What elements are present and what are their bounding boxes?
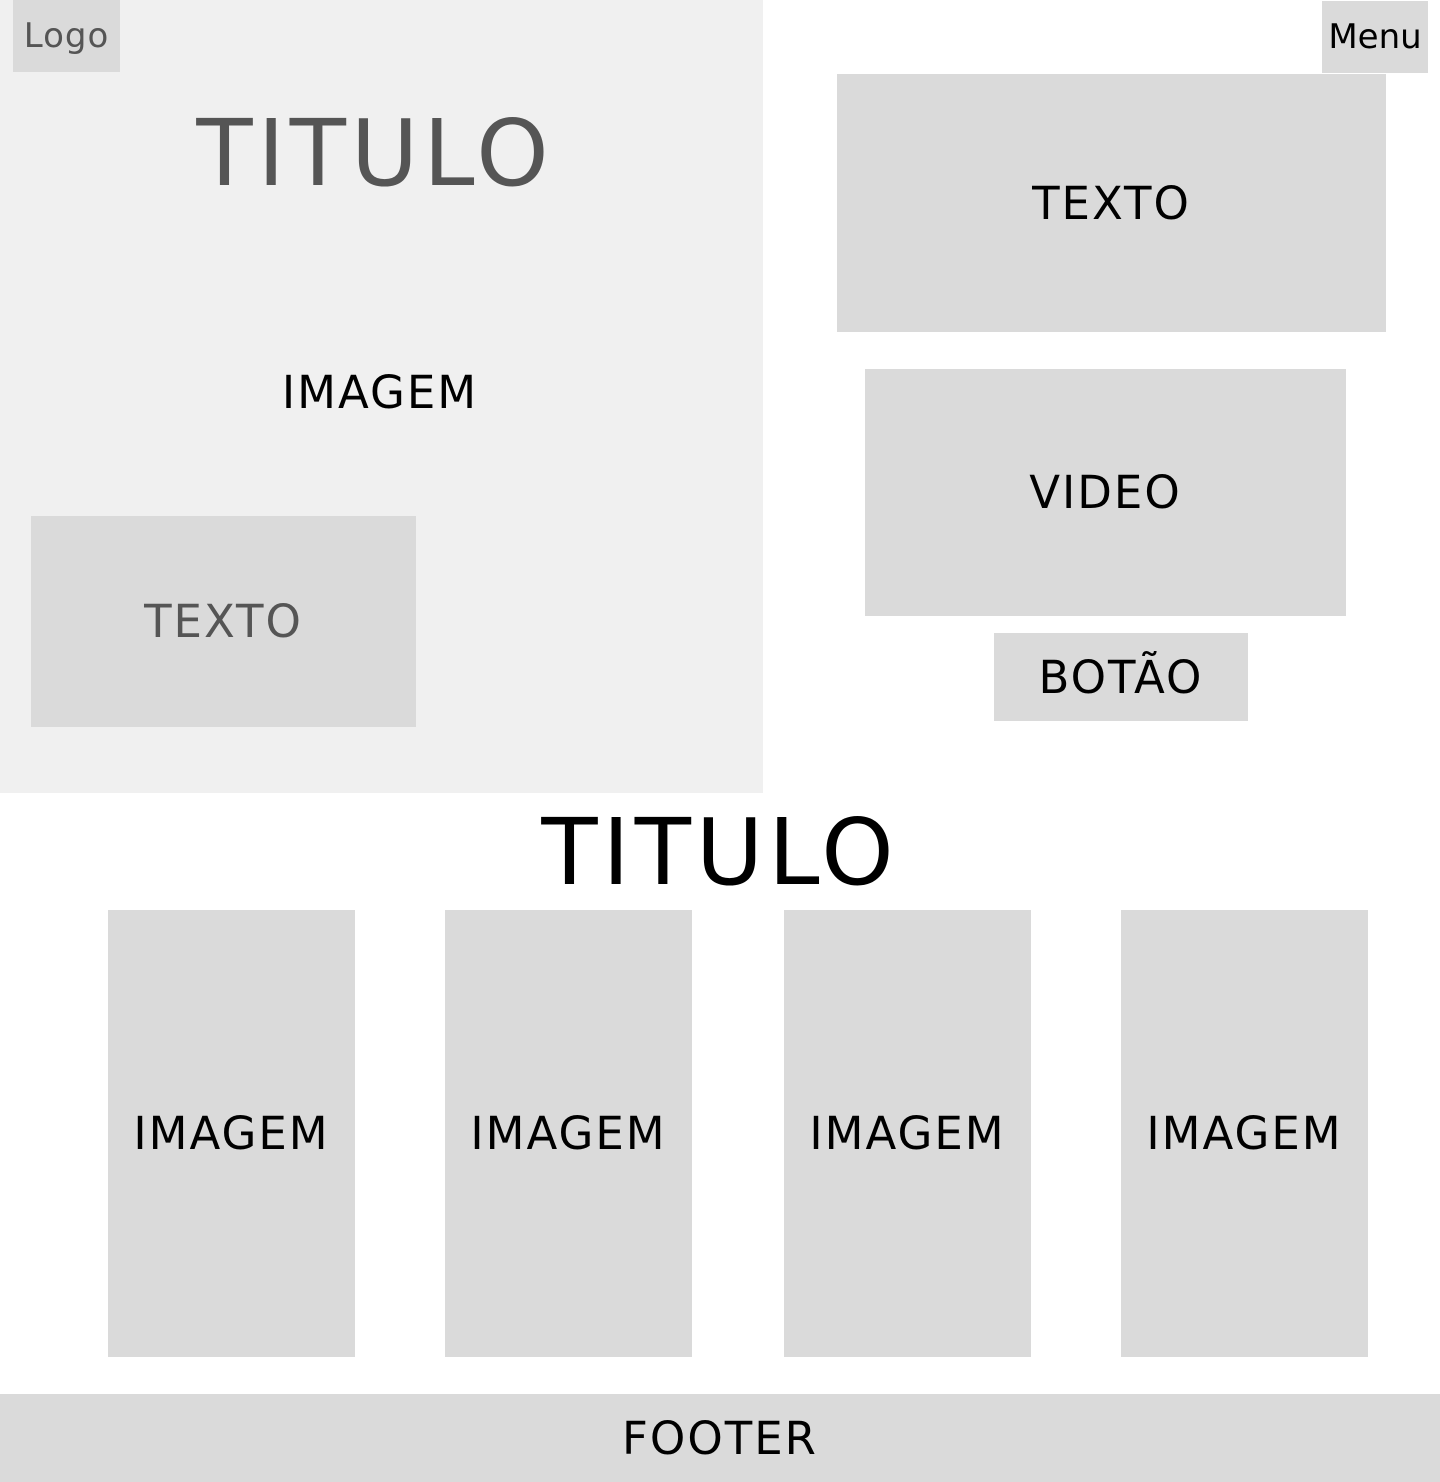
gallery-image-card: IMAGEM bbox=[108, 910, 355, 1357]
video-player[interactable]: VIDEO bbox=[865, 369, 1346, 616]
gallery-title: TITULO bbox=[541, 799, 899, 906]
hero-title: TITULO bbox=[196, 99, 554, 207]
gallery-image-card: IMAGEM bbox=[784, 910, 1031, 1357]
cta-button[interactable]: BOTÃO bbox=[994, 633, 1248, 721]
hero-text-block: TEXTO bbox=[31, 516, 416, 727]
menu-button[interactable]: Menu bbox=[1322, 1, 1428, 73]
footer: FOOTER bbox=[0, 1394, 1440, 1482]
logo[interactable]: Logo bbox=[13, 0, 120, 72]
gallery-image-card: IMAGEM bbox=[445, 910, 692, 1357]
gallery-image-card: IMAGEM bbox=[1121, 910, 1368, 1357]
hero-image-placeholder: IMAGEM bbox=[281, 365, 479, 419]
aside-text-block: TEXTO bbox=[837, 74, 1386, 332]
hero-section: Logo TITULO IMAGEM TEXTO bbox=[0, 0, 763, 793]
